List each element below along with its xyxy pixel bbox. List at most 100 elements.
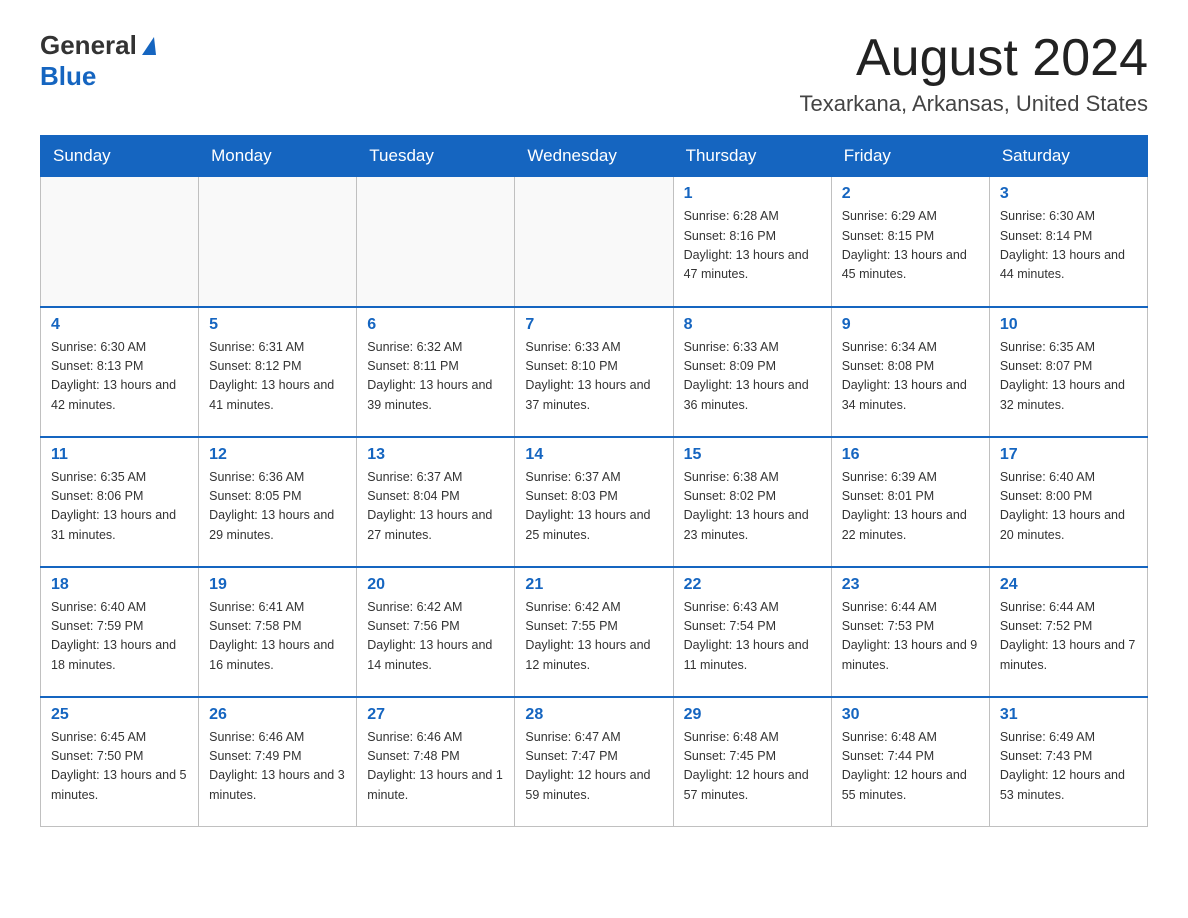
day-number: 19	[209, 576, 346, 594]
calendar-cell: 4 Sunrise: 6:30 AMSunset: 8:13 PMDaylight…	[41, 307, 199, 437]
weekday-header-row: SundayMondayTuesdayWednesdayThursdayFrid…	[41, 136, 1148, 177]
calendar-cell: 25Sunrise: 6:45 AMSunset: 7:50 PMDayligh…	[41, 697, 199, 827]
weekday-header-wednesday: Wednesday	[515, 136, 673, 177]
weekday-header-monday: Monday	[199, 136, 357, 177]
calendar-cell: 3 Sunrise: 6:30 AMSunset: 8:14 PMDaylight…	[989, 177, 1147, 307]
calendar-cell: 5 Sunrise: 6:31 AMSunset: 8:12 PMDaylight…	[199, 307, 357, 437]
day-number: 16	[842, 446, 979, 464]
day-info: Sunrise: 6:45 AMSunset: 7:50 PMDaylight:…	[51, 728, 188, 806]
day-number: 12	[209, 446, 346, 464]
calendar-cell: 16 Sunrise: 6:39 AMSunset: 8:01 PMDayligh…	[831, 437, 989, 567]
day-number: 17	[1000, 446, 1137, 464]
day-info: Sunrise: 6:35 AMSunset: 8:07 PMDaylight:…	[1000, 338, 1137, 416]
day-number: 14	[525, 446, 662, 464]
day-number: 21	[525, 576, 662, 594]
day-number: 23	[842, 576, 979, 594]
calendar-cell: 10 Sunrise: 6:35 AMSunset: 8:07 PMDayligh…	[989, 307, 1147, 437]
calendar-week-row: 4 Sunrise: 6:30 AMSunset: 8:13 PMDaylight…	[41, 307, 1148, 437]
day-info: Sunrise: 6:32 AMSunset: 8:11 PMDaylight:…	[367, 338, 504, 416]
title-block: August 2024 Texarkana, Arkansas, United …	[799, 30, 1148, 117]
calendar-cell: 8Sunrise: 6:33 AMSunset: 8:09 PMDaylight…	[673, 307, 831, 437]
day-number: 24	[1000, 576, 1137, 594]
calendar-cell: 1Sunrise: 6:28 AMSunset: 8:16 PMDaylight…	[673, 177, 831, 307]
day-info: Sunrise: 6:48 AMSunset: 7:45 PMDaylight:…	[684, 728, 821, 806]
logo-general: General	[40, 30, 137, 61]
day-number: 13	[367, 446, 504, 464]
day-number: 3	[1000, 185, 1137, 203]
day-number: 27	[367, 706, 504, 724]
calendar-cell: 23 Sunrise: 6:44 AMSunset: 7:53 PMDayligh…	[831, 567, 989, 697]
day-number: 18	[51, 576, 188, 594]
day-number: 9	[842, 316, 979, 334]
day-info: Sunrise: 6:38 AMSunset: 8:02 PMDaylight:…	[684, 468, 821, 546]
calendar-week-row: 11 Sunrise: 6:35 AMSunset: 8:06 PMDayligh…	[41, 437, 1148, 567]
calendar-week-row: 1Sunrise: 6:28 AMSunset: 8:16 PMDaylight…	[41, 177, 1148, 307]
calendar-cell	[357, 177, 515, 307]
day-info: Sunrise: 6:33 AMSunset: 8:09 PMDaylight:…	[684, 338, 821, 416]
day-info: Sunrise: 6:37 AMSunset: 8:03 PMDaylight:…	[525, 468, 662, 546]
day-number: 29	[684, 706, 821, 724]
day-number: 1	[684, 185, 821, 203]
day-info: Sunrise: 6:40 AMSunset: 7:59 PMDaylight:…	[51, 598, 188, 676]
calendar-cell: 9 Sunrise: 6:34 AMSunset: 8:08 PMDaylight…	[831, 307, 989, 437]
day-info: Sunrise: 6:41 AMSunset: 7:58 PMDaylight:…	[209, 598, 346, 676]
day-info: Sunrise: 6:49 AMSunset: 7:43 PMDaylight:…	[1000, 728, 1137, 806]
day-info: Sunrise: 6:30 AMSunset: 8:13 PMDaylight:…	[51, 338, 188, 416]
day-number: 30	[842, 706, 979, 724]
calendar-cell: 27 Sunrise: 6:46 AMSunset: 7:48 PMDayligh…	[357, 697, 515, 827]
weekday-header-thursday: Thursday	[673, 136, 831, 177]
calendar-cell	[199, 177, 357, 307]
logo: General Blue	[40, 30, 156, 92]
day-info: Sunrise: 6:29 AMSunset: 8:15 PMDaylight:…	[842, 207, 979, 285]
day-number: 31	[1000, 706, 1137, 724]
day-number: 26	[209, 706, 346, 724]
day-info: Sunrise: 6:31 AMSunset: 8:12 PMDaylight:…	[209, 338, 346, 416]
calendar-cell: 28Sunrise: 6:47 AMSunset: 7:47 PMDayligh…	[515, 697, 673, 827]
day-info: Sunrise: 6:44 AMSunset: 7:52 PMDaylight:…	[1000, 598, 1137, 676]
day-number: 4	[51, 316, 188, 334]
calendar-cell: 15 Sunrise: 6:38 AMSunset: 8:02 PMDayligh…	[673, 437, 831, 567]
day-info: Sunrise: 6:33 AMSunset: 8:10 PMDaylight:…	[525, 338, 662, 416]
calendar-cell: 26 Sunrise: 6:46 AMSunset: 7:49 PMDayligh…	[199, 697, 357, 827]
day-info: Sunrise: 6:46 AMSunset: 7:49 PMDaylight:…	[209, 728, 346, 806]
day-info: Sunrise: 6:42 AMSunset: 7:55 PMDaylight:…	[525, 598, 662, 676]
day-info: Sunrise: 6:46 AMSunset: 7:48 PMDaylight:…	[367, 728, 504, 806]
calendar-cell: 18 Sunrise: 6:40 AMSunset: 7:59 PMDayligh…	[41, 567, 199, 697]
day-number: 22	[684, 576, 821, 594]
calendar-cell: 11 Sunrise: 6:35 AMSunset: 8:06 PMDayligh…	[41, 437, 199, 567]
weekday-header-tuesday: Tuesday	[357, 136, 515, 177]
day-info: Sunrise: 6:34 AMSunset: 8:08 PMDaylight:…	[842, 338, 979, 416]
day-info: Sunrise: 6:48 AMSunset: 7:44 PMDaylight:…	[842, 728, 979, 806]
day-info: Sunrise: 6:39 AMSunset: 8:01 PMDaylight:…	[842, 468, 979, 546]
day-info: Sunrise: 6:44 AMSunset: 7:53 PMDaylight:…	[842, 598, 979, 676]
calendar-cell: 7Sunrise: 6:33 AMSunset: 8:10 PMDaylight…	[515, 307, 673, 437]
calendar-cell: 14 Sunrise: 6:37 AMSunset: 8:03 PMDayligh…	[515, 437, 673, 567]
day-info: Sunrise: 6:40 AMSunset: 8:00 PMDaylight:…	[1000, 468, 1137, 546]
day-number: 15	[684, 446, 821, 464]
calendar-cell: 6 Sunrise: 6:32 AMSunset: 8:11 PMDaylight…	[357, 307, 515, 437]
day-number: 5	[209, 316, 346, 334]
calendar-table: SundayMondayTuesdayWednesdayThursdayFrid…	[40, 135, 1148, 827]
calendar-cell: 24 Sunrise: 6:44 AMSunset: 7:52 PMDayligh…	[989, 567, 1147, 697]
calendar-cell: 20 Sunrise: 6:42 AMSunset: 7:56 PMDayligh…	[357, 567, 515, 697]
logo-triangle-icon	[142, 37, 156, 55]
day-info: Sunrise: 6:36 AMSunset: 8:05 PMDaylight:…	[209, 468, 346, 546]
day-number: 20	[367, 576, 504, 594]
day-info: Sunrise: 6:37 AMSunset: 8:04 PMDaylight:…	[367, 468, 504, 546]
calendar-cell: 31 Sunrise: 6:49 AMSunset: 7:43 PMDayligh…	[989, 697, 1147, 827]
calendar-cell: 21 Sunrise: 6:42 AMSunset: 7:55 PMDayligh…	[515, 567, 673, 697]
day-info: Sunrise: 6:30 AMSunset: 8:14 PMDaylight:…	[1000, 207, 1137, 285]
page-header: General Blue August 2024 Texarkana, Arka…	[40, 30, 1148, 117]
calendar-cell: 2Sunrise: 6:29 AMSunset: 8:15 PMDaylight…	[831, 177, 989, 307]
day-number: 10	[1000, 316, 1137, 334]
month-title: August 2024	[799, 30, 1148, 87]
calendar-week-row: 25Sunrise: 6:45 AMSunset: 7:50 PMDayligh…	[41, 697, 1148, 827]
calendar-cell: 19 Sunrise: 6:41 AMSunset: 7:58 PMDayligh…	[199, 567, 357, 697]
day-info: Sunrise: 6:43 AMSunset: 7:54 PMDaylight:…	[684, 598, 821, 676]
logo-blue: Blue	[40, 61, 96, 91]
day-info: Sunrise: 6:35 AMSunset: 8:06 PMDaylight:…	[51, 468, 188, 546]
weekday-header-sunday: Sunday	[41, 136, 199, 177]
day-number: 6	[367, 316, 504, 334]
day-info: Sunrise: 6:42 AMSunset: 7:56 PMDaylight:…	[367, 598, 504, 676]
day-number: 11	[51, 446, 188, 464]
